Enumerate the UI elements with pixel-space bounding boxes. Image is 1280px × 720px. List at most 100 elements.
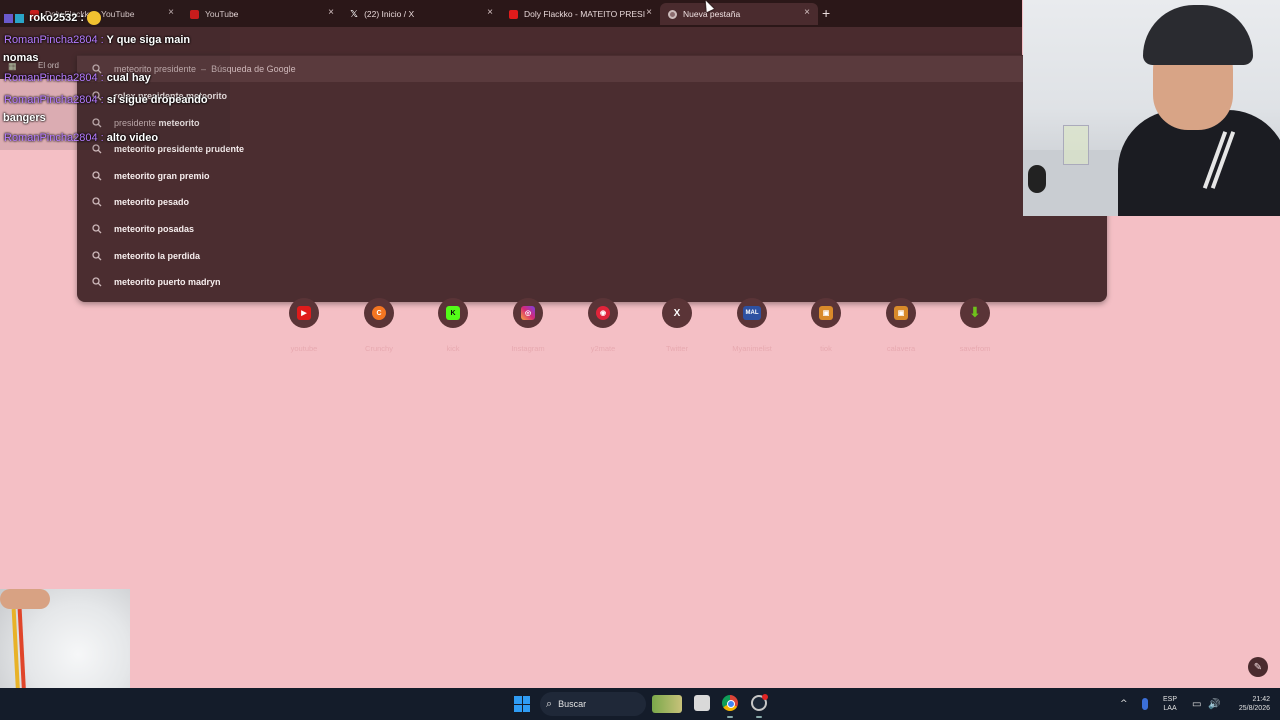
shortcut-tiok[interactable]: ▣ tiok — [796, 298, 856, 353]
shortcut-y2mate[interactable]: ◉ y2mate — [573, 298, 633, 353]
chat-message: RomanPincha2804 : cual hay — [4, 72, 151, 84]
shortcut-label: Twitter — [665, 344, 689, 353]
suggestion-item[interactable]: meteorito presidente – Búsqueda de Google — [77, 56, 1107, 82]
suggestion-item[interactable]: meteorito posadas — [77, 216, 1107, 242]
crunchyroll-icon: C — [372, 306, 386, 320]
shortcut-label: Instagram — [511, 344, 545, 353]
shortcut-label: Crunchy — [365, 344, 393, 353]
shortcut-tile: X — [662, 298, 692, 328]
tray-chevron-icon[interactable]: ^ — [1120, 688, 1128, 720]
webcam-glass — [1063, 125, 1089, 165]
suggestion-text: meteorito puerto madryn — [114, 277, 221, 287]
shortcut-label: youtube — [290, 344, 318, 353]
shortcut-label: savefrom — [959, 344, 991, 353]
x-icon: 𝕏 — [350, 8, 359, 20]
chat-text: nomas — [3, 52, 39, 64]
shortcut-label: tiok — [820, 344, 832, 353]
shortcut-tile: MAL — [737, 298, 767, 328]
chat-text: bangers — [3, 112, 46, 124]
running-indicator — [727, 716, 733, 718]
shortcut-label: y2mate — [590, 344, 616, 353]
file-explorer-icon[interactable] — [694, 695, 710, 711]
close-icon[interactable]: × — [487, 7, 493, 18]
chat-username: RomanPincha2804 : — [4, 94, 104, 106]
microphone-icon[interactable] — [1142, 688, 1150, 720]
suggestion-item[interactable]: meteorito gran premio — [77, 163, 1107, 189]
chat-text: cual hay — [106, 72, 151, 84]
shortcut-tile: ◉ — [588, 298, 618, 328]
search-icon — [92, 277, 102, 287]
shortcut-savefrom[interactable]: ⬇ savefrom — [945, 298, 1005, 353]
y2mate-icon: ◉ — [596, 306, 610, 320]
close-icon[interactable]: × — [328, 7, 334, 18]
chrome-icon — [668, 9, 677, 19]
tab-title: (22) Inicio / X — [364, 9, 415, 19]
search-icon — [92, 251, 102, 261]
system-clock[interactable]: 21:42 25/8/2026 — [1228, 688, 1270, 720]
shortcut-myanimelist[interactable]: MAL Myanimelist — [722, 298, 782, 353]
suggestion-item[interactable]: presidente meteorito — [77, 110, 1107, 136]
chat-message: bangers — [3, 112, 46, 124]
chat-message: RomanPincha2804 : si sigue dropeando — [4, 94, 208, 106]
shortcut-label: calavera — [886, 344, 916, 353]
clock-date: 25/8/2026 — [1238, 705, 1270, 712]
volume-icon[interactable]: 🔊 — [1208, 688, 1220, 720]
new-tab-button[interactable]: + — [822, 5, 830, 21]
mal-icon: MAL — [743, 306, 761, 320]
suggestion-item[interactable]: meteorito pesado — [77, 189, 1107, 215]
tab-nueva-pestana[interactable]: Nueva pestaña × — [660, 3, 818, 25]
chat-message: roko2532 : — [4, 11, 102, 25]
shortcut-calavera[interactable]: ▣ calavera — [871, 298, 931, 353]
shortcut-kick[interactable]: K kick — [423, 298, 483, 353]
network-icon[interactable]: ▭ — [1192, 688, 1201, 720]
webcam-overlay — [1023, 0, 1280, 216]
tab-x-inicio[interactable]: 𝕏 (22) Inicio / X × — [342, 3, 501, 25]
chat-text: alto video — [106, 132, 159, 144]
overlay-hand — [0, 589, 50, 609]
running-indicator — [756, 716, 762, 718]
suggestion-text: meteorito gran premio — [114, 171, 210, 181]
chat-badge-icon — [15, 13, 24, 23]
search-icon: ⌕ — [546, 697, 553, 710]
suggestion-text: meteorito pesado — [114, 197, 190, 207]
tiok-icon: ▣ — [819, 306, 833, 320]
close-icon[interactable]: × — [804, 7, 810, 18]
widgets-icon[interactable] — [652, 695, 682, 713]
customize-pencil-button[interactable]: ✎ — [1248, 657, 1268, 677]
suggestion-item[interactable]: meteorito la perdida — [77, 243, 1107, 269]
download-icon: ⬇ — [969, 305, 981, 321]
suggestion-item[interactable]: meteorito presidente prudente — [77, 136, 1107, 162]
chat-message: nomas — [3, 52, 38, 64]
clock-time: 21:42 — [1252, 696, 1270, 703]
chat-message: RomanPincha2804 : alto video — [4, 132, 158, 144]
youtube-icon — [509, 9, 518, 19]
shortcut-tile: ▣ — [886, 298, 916, 328]
kick-icon: K — [446, 306, 460, 320]
calavera-icon: ▣ — [894, 306, 908, 320]
search-icon — [92, 197, 102, 207]
windows-taskbar: ⌕ Buscar ^ ESP LAA ▭ 🔊 21:42 25/8/2026 — [0, 688, 1280, 720]
close-icon[interactable]: × — [646, 7, 652, 18]
suggestion-item[interactable]: rolex presidente meteorito — [77, 83, 1107, 109]
shortcut-tile: ◎ — [513, 298, 543, 328]
taskbar-search-label: Buscar — [558, 699, 587, 709]
chat-message: RomanPincha2804 : Y que siga main — [4, 34, 190, 46]
suggestion-item[interactable]: meteorito puerto madryn — [77, 269, 1107, 295]
shortcut-crunchy[interactable]: C Crunchy — [349, 298, 409, 353]
shortcut-twitter[interactable]: X Twitter — [647, 298, 707, 353]
app-icon[interactable] — [751, 694, 768, 711]
tab-title: Nueva pestaña — [683, 9, 741, 19]
tab-title: Doly Flackko - MATEITO PRESI — [524, 9, 646, 19]
taskbar-search-box[interactable]: ⌕ Buscar — [540, 692, 646, 716]
suggestion-text: meteorito posadas — [114, 224, 195, 234]
search-icon — [92, 224, 102, 234]
shortcut-instagram[interactable]: ◎ Instagram — [498, 298, 558, 353]
x-icon: X — [673, 307, 681, 319]
shortcut-youtube[interactable]: ▶ youtube — [274, 298, 334, 353]
chat-username: roko2532 : — [29, 11, 85, 24]
language-indicator[interactable]: ESP LAA — [1163, 688, 1177, 720]
windows-start-icon[interactable] — [514, 696, 530, 712]
tab-doly-flackko-mateito[interactable]: Doly Flackko - MATEITO PRESI × — [501, 3, 660, 25]
chrome-icon[interactable] — [722, 695, 738, 711]
shortcut-tile: ▶ — [289, 298, 319, 328]
